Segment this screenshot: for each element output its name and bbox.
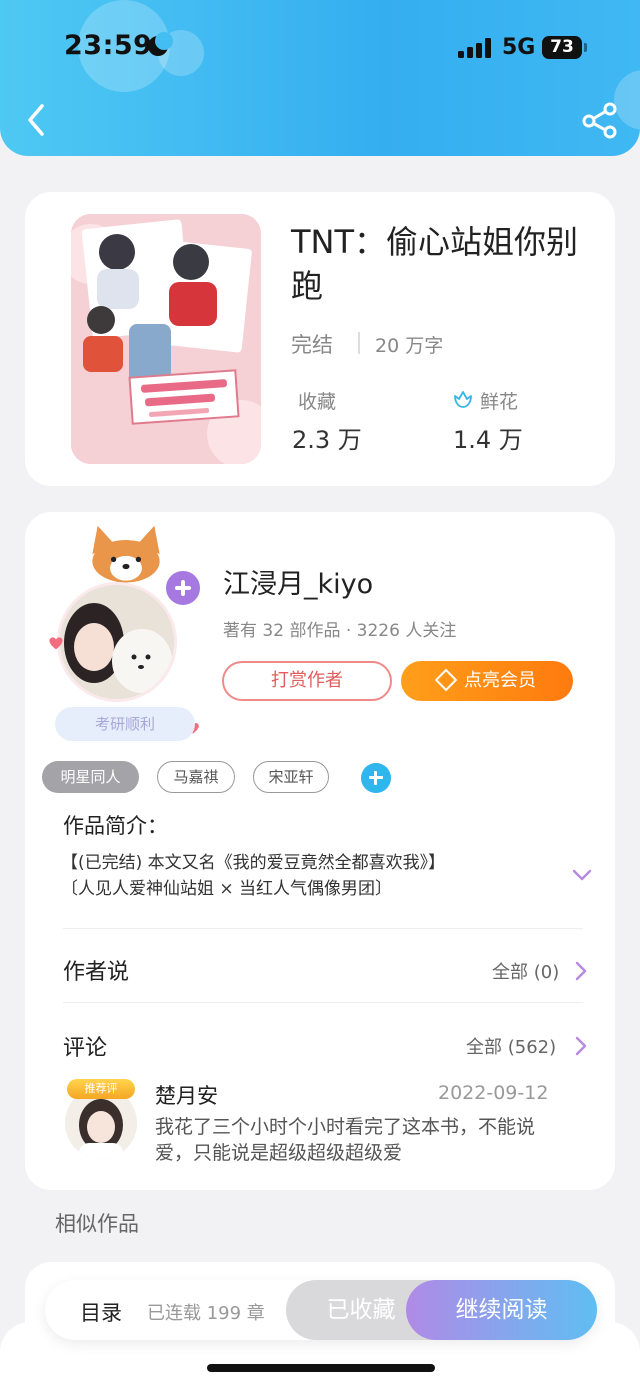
home-indicator[interactable] (207, 1364, 435, 1372)
flowers-value: 1.4 万 (453, 426, 523, 454)
corgi-pendant-icon (92, 525, 160, 583)
back-icon[interactable] (20, 100, 52, 140)
recommended-badge: 推荐评 (67, 1079, 135, 1099)
author-says-title: 作者说 (63, 960, 130, 985)
author-avatar-group[interactable]: 考研顺利 (45, 522, 215, 741)
tag-item[interactable]: 宋亚轩 (253, 761, 329, 793)
author-photo (60, 585, 174, 699)
moon-icon (148, 32, 173, 56)
flower-icon (454, 391, 472, 408)
flowers-label: 鲜花 (480, 391, 519, 413)
vip-button-label: 点亮会员 (464, 670, 536, 691)
commenter-name[interactable]: 楚月安 (155, 1080, 218, 1110)
diamond-icon (434, 668, 458, 692)
tip-author-button[interactable]: 打赏作者 (222, 661, 392, 701)
follow-plus-button[interactable] (163, 568, 203, 608)
tag-item[interactable]: 马嘉祺 (157, 761, 235, 793)
synopsis-text: 【(已完结) 本文又名《我的爱豆竟然全都喜欢我》】 〔人见人爱神仙站姐 × 当红… (61, 850, 541, 902)
comment-date: 2022-09-12 (438, 1082, 549, 1104)
synopsis-line: 【(已完结) 本文又名《我的爱豆竟然全都喜欢我》】 (61, 853, 446, 873)
share-icon[interactable] (580, 100, 620, 140)
book-title: TNT：偷心站姐你别跑 (291, 223, 579, 305)
completion-status: 完结 (291, 333, 333, 357)
author-meta: 著有 32 部作品 · 3226 人关注 (223, 621, 457, 641)
vip-button[interactable]: 点亮会员 (401, 661, 573, 701)
tag-category[interactable]: 明星同人 (42, 761, 139, 793)
synopsis-line: 〔人见人爱神仙站姐 × 当红人气偶像男团〕 (61, 879, 393, 899)
author-avatar[interactable] (57, 582, 177, 702)
divider (63, 1002, 583, 1003)
word-count: 20 万字 (375, 335, 444, 357)
comments-all-link[interactable]: 全部 (562) (466, 1033, 556, 1059)
table-of-contents-button[interactable]: 目录 (80, 1297, 122, 1327)
heart-icon (49, 637, 63, 650)
author-details-card: 考研顺利 江浸月_kiyo 著有 32 部作品 · 3226 人关注 打赏作者 … (25, 512, 615, 1190)
book-info-card: TNT：偷心站姐你别跑 完结 20 万字 收藏 2.3 万 鲜花 1.4 万 (25, 192, 615, 486)
add-tag-button[interactable] (361, 763, 391, 793)
comment-text[interactable]: 我花了三个小时个小时看完了这本书，不能说爱，只能说是超级超级超级爱 (155, 1114, 565, 1166)
continue-reading-button[interactable]: 继续阅读 (406, 1280, 597, 1340)
serial-chapter-count: 已连载 199 章 (147, 1303, 265, 1324)
similar-works-title: 相似作品 (55, 1212, 139, 1236)
avatar-pendant-label: 考研顺利 (55, 707, 195, 741)
signal-icon (458, 38, 492, 58)
synopsis-title: 作品简介： (63, 814, 168, 838)
status-time: 23:59 (64, 30, 153, 61)
favorites-value: 2.3 万 (292, 426, 362, 454)
book-cover-image[interactable] (71, 214, 261, 464)
chevron-down-icon[interactable] (571, 864, 593, 886)
commenter-avatar-group[interactable]: 推荐评 (63, 1077, 139, 1159)
battery-icon: 73 (542, 36, 587, 59)
chevron-right-icon[interactable] (573, 1035, 589, 1057)
favorites-label: 收藏 (298, 391, 337, 413)
chevron-right-icon[interactable] (573, 960, 589, 982)
author-name[interactable]: 江浸月_kiyo (223, 562, 373, 601)
network-type: 5G (502, 35, 536, 60)
header: 23:59 5G 73 (0, 0, 640, 156)
divider (63, 928, 583, 929)
comments-title: 评论 (63, 1036, 108, 1061)
author-says-all-link[interactable]: 全部 (0) (492, 958, 559, 984)
meta-divider (358, 332, 360, 354)
